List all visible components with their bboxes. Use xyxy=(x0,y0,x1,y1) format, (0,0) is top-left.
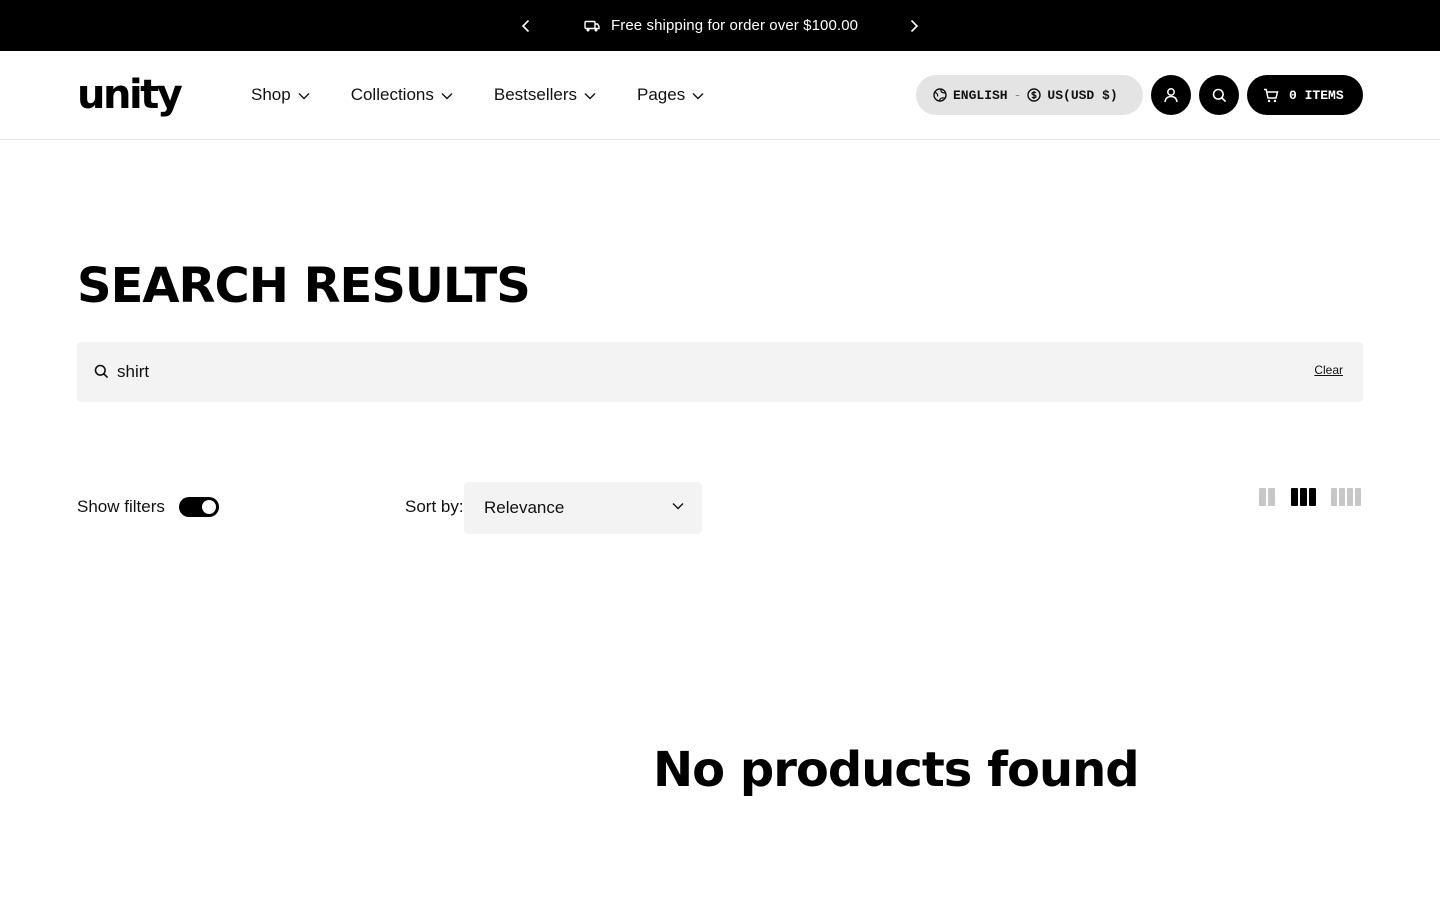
page-title: SEARCH RESULTS xyxy=(77,258,531,314)
column-bar-icon xyxy=(1300,488,1307,506)
truck-icon xyxy=(584,20,600,31)
nav-item-label: Bestsellers xyxy=(493,85,577,104)
column-bar-icon xyxy=(1331,488,1337,506)
cart-button[interactable]: 0 ITEMS xyxy=(1247,75,1363,115)
search-button[interactable] xyxy=(1199,75,1239,115)
store-logo[interactable]: unity xyxy=(77,72,183,118)
nav-item-label: Pages xyxy=(637,85,686,104)
column-bar-icon xyxy=(1309,488,1316,506)
announcement-prev-button[interactable] xyxy=(514,0,538,51)
no-results-message: No products found xyxy=(653,742,1140,798)
nav-item-collections[interactable]: Collections xyxy=(351,85,453,105)
nav-item-shop[interactable]: Shop xyxy=(251,85,310,105)
show-filters-label: Show filters xyxy=(77,497,165,516)
nav-item-bestsellers[interactable]: Bestsellers xyxy=(494,85,596,105)
chevron-down-icon xyxy=(692,92,704,99)
cart-icon xyxy=(1264,88,1279,102)
announcement-message: Free shipping for order over $100.00 xyxy=(584,0,858,51)
chevron-down-icon xyxy=(672,503,684,510)
column-bar-icon xyxy=(1291,488,1298,506)
announcement-next-button[interactable] xyxy=(902,0,926,51)
grid-2-columns-button[interactable] xyxy=(1259,488,1275,506)
globe-icon xyxy=(933,88,947,102)
sort-selected-value: Relevance xyxy=(484,498,565,517)
main-nav: Shop Collections Bestsellers Pages xyxy=(251,51,745,139)
grid-3-columns-button[interactable] xyxy=(1291,488,1316,506)
clear-search-button[interactable]: Clear xyxy=(1314,363,1343,377)
language-label: ENGLISH xyxy=(953,87,1008,103)
grid-4-columns-button[interactable] xyxy=(1331,488,1361,506)
nav-item-label: Shop xyxy=(251,85,291,104)
dollar-icon xyxy=(1027,88,1042,102)
chevron-right-icon xyxy=(910,19,919,32)
search-input[interactable] xyxy=(117,342,1297,402)
currency-label: US(USD $) xyxy=(1047,87,1118,103)
account-button[interactable] xyxy=(1151,75,1191,115)
announcement-bar: Free shipping for order over $100.00 xyxy=(0,0,1440,51)
chevron-down-icon xyxy=(441,92,453,99)
user-icon xyxy=(1164,88,1178,103)
search-icon xyxy=(1212,88,1226,102)
sort-label: Sort by: xyxy=(405,497,464,516)
column-bar-icon xyxy=(1355,488,1361,506)
chevron-down-icon xyxy=(584,92,596,99)
search-icon xyxy=(94,364,110,380)
nav-item-label: Collections xyxy=(350,85,434,104)
locale-currency-selector[interactable]: ENGLISH - US(USD $) xyxy=(916,75,1143,115)
cart-count: 0 xyxy=(1289,87,1297,103)
sort-select[interactable]: Relevance xyxy=(464,482,702,534)
column-bar-icon xyxy=(1339,488,1345,506)
column-bar-icon xyxy=(1268,488,1275,506)
toggle-knob xyxy=(201,500,216,514)
chevron-left-icon xyxy=(521,19,530,32)
site-header: unity Shop Collections Bestsellers Pages… xyxy=(0,51,1440,140)
nav-item-pages[interactable]: Pages xyxy=(637,85,704,105)
announcement-text: Free shipping for order over $100.00 xyxy=(611,17,859,34)
chevron-down-icon xyxy=(298,92,310,99)
column-bar-icon xyxy=(1347,488,1353,506)
search-bar: Clear xyxy=(77,342,1363,402)
cart-label: ITEMS xyxy=(1304,87,1344,103)
show-filters-control: Show filters xyxy=(77,497,219,517)
column-bar-icon xyxy=(1259,488,1266,506)
show-filters-toggle[interactable] xyxy=(178,497,219,517)
locale-separator: - xyxy=(1013,87,1022,103)
